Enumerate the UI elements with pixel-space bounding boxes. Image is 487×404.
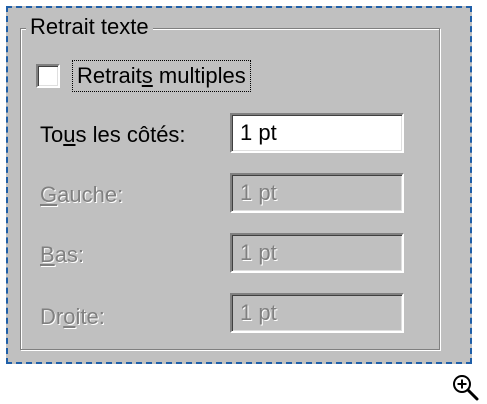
all-sides-label: Tous les côtés: [40,122,186,147]
all-sides-field[interactable]: 1 pt [230,113,404,153]
zoom-in-icon[interactable] [450,372,480,402]
bottom-field[interactable]: 1 pt [230,233,404,273]
multiple-indents-checkbox[interactable] [36,64,60,88]
multiple-indents-checkbox-row[interactable]: Retraits multiples [36,58,251,94]
left-label: Gauche: [40,182,124,207]
left-field[interactable]: 1 pt [230,173,404,213]
right-field[interactable]: 1 pt [230,293,404,333]
group-title: Retrait texte [26,14,153,40]
bottom-label: Bas: [40,242,85,267]
multiple-indents-label[interactable]: Retraits multiples [72,60,251,92]
right-label: Droite: [40,304,105,329]
